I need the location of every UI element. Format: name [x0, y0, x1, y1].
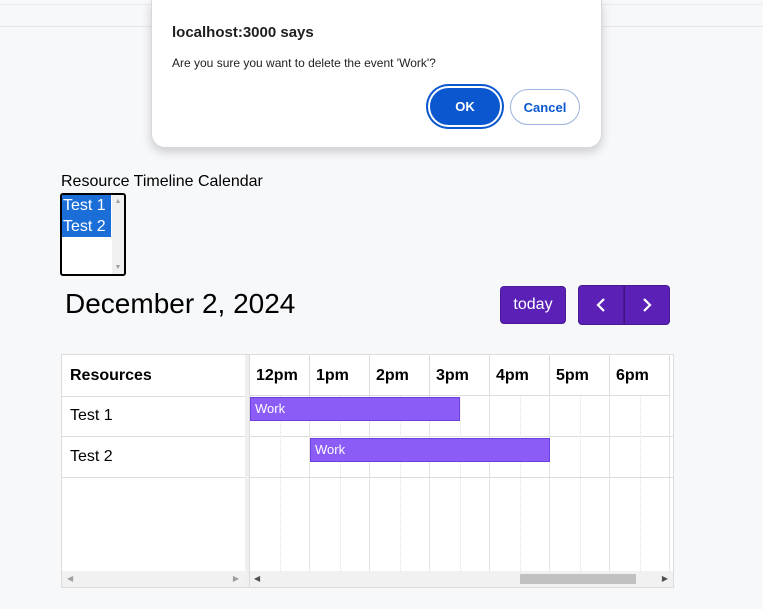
resource-pane: Resources Test 1 Test 2 ◀ ▶ — [62, 355, 246, 587]
listbox-option-test-2[interactable]: Test 2 — [62, 216, 111, 237]
half-hour-gridline — [400, 396, 402, 571]
time-slot-header: 4pm — [490, 355, 550, 396]
time-slot-header: 3pm — [430, 355, 490, 396]
ok-button[interactable]: OK — [430, 88, 500, 125]
resources-header-label: Resources — [70, 367, 152, 384]
cancel-button[interactable]: Cancel — [510, 89, 580, 125]
nav-button-group — [578, 285, 670, 325]
half-hour-gridline — [460, 396, 462, 571]
dialog-title: localhost:3000 says — [172, 24, 314, 41]
scroll-up-icon[interactable]: ▲ — [112, 198, 124, 205]
scrollbar-thumb[interactable] — [520, 574, 636, 584]
page-heading: Resource Timeline Calendar — [61, 173, 263, 190]
time-slot-header: 1pm — [310, 355, 370, 396]
chevron-right-icon — [643, 298, 652, 312]
half-hour-gridline — [280, 396, 282, 571]
time-slot-header: 2pm — [370, 355, 430, 396]
half-hour-gridline — [520, 396, 522, 571]
resource-label: Test 1 — [70, 407, 113, 424]
resource-timeline: Resources Test 1 Test 2 ◀ ▶ ◀ ▶ 12pm 1pm 2… — [61, 354, 674, 588]
resources-header: Resources — [62, 355, 245, 397]
resource-horizontal-scrollbar[interactable]: ◀ ▶ — [62, 571, 245, 587]
scroll-right-icon[interactable]: ▶ — [662, 574, 668, 583]
today-button[interactable]: today — [500, 286, 566, 324]
timeline-horizontal-scrollbar[interactable]: ◀ ▶ — [250, 571, 673, 587]
time-slot-header: 6pm — [610, 355, 670, 396]
hour-gridline — [549, 396, 550, 571]
resource-listbox[interactable]: Test 1 Test 2 ▲ ▼ — [60, 193, 126, 276]
time-slot-header: 5pm — [550, 355, 610, 396]
scroll-right-icon[interactable]: ▶ — [233, 574, 239, 583]
event-bar[interactable]: Work — [250, 397, 460, 421]
time-slot-label: 2pm — [376, 367, 409, 384]
prev-button[interactable] — [578, 285, 624, 325]
next-button[interactable] — [624, 285, 670, 325]
hour-gridline — [609, 396, 610, 571]
resource-row-test-1: Test 1 — [62, 396, 245, 437]
time-slot-label: 5pm — [556, 367, 589, 384]
time-slot-label: 6pm — [616, 367, 649, 384]
hour-gridline — [309, 396, 310, 571]
timeline-pane: ◀ ▶ 12pm 1pm 2pm 3pm 4pm 5pm 6pm Work Work — [250, 355, 673, 587]
half-hour-gridline — [640, 396, 642, 571]
scroll-down-icon[interactable]: ▼ — [112, 264, 124, 271]
time-slot-label: 1pm — [316, 367, 349, 384]
time-slot-label: 4pm — [496, 367, 529, 384]
time-slot-header: 12pm — [250, 355, 310, 396]
hour-gridline — [369, 396, 370, 571]
calendar-date-title: December 2, 2024 — [65, 288, 296, 319]
half-hour-gridline — [580, 396, 582, 571]
confirm-dialog: localhost:3000 says Are you sure you wan… — [151, 0, 602, 148]
resource-label: Test 2 — [70, 448, 113, 465]
chevron-left-icon — [596, 298, 605, 312]
resource-row-test-2: Test 2 — [62, 437, 245, 478]
time-slot-label: 3pm — [436, 367, 469, 384]
half-hour-gridline — [340, 396, 342, 571]
listbox-scrollbar[interactable]: ▲ ▼ — [112, 195, 124, 274]
dialog-message: Are you sure you want to delete the even… — [172, 56, 436, 70]
hour-gridline — [669, 396, 670, 571]
hour-gridline — [429, 396, 430, 571]
listbox-option-test-1[interactable]: Test 1 — [62, 195, 111, 216]
event-bar[interactable]: Work — [310, 438, 550, 462]
scroll-left-icon[interactable]: ◀ — [67, 574, 73, 583]
time-slot-label: 12pm — [256, 367, 298, 384]
hour-gridline — [489, 396, 490, 571]
scroll-left-icon[interactable]: ◀ — [254, 574, 260, 583]
